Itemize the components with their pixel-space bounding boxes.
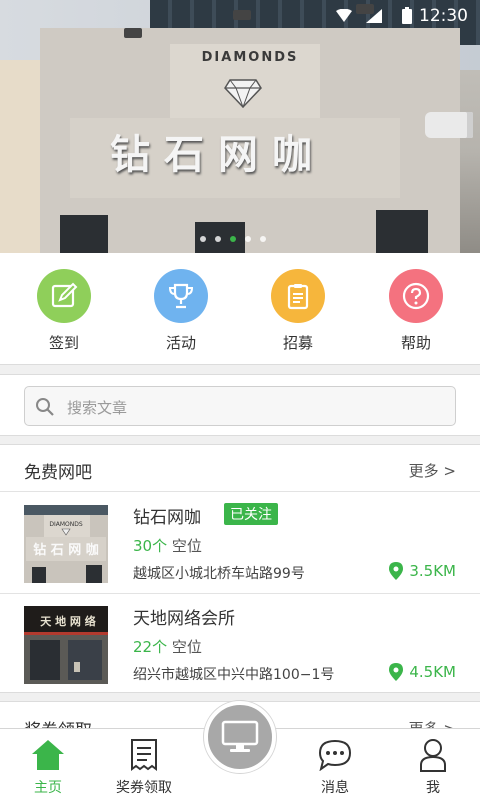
quick-action-events[interactable]: 活动 <box>141 269 221 353</box>
quick-action-label: 签到 <box>48 334 79 352</box>
edit-icon <box>51 282 78 308</box>
carousel-dot[interactable] <box>245 236 251 242</box>
carousel-dot[interactable] <box>215 236 221 242</box>
cafe-distance: 4.5KM <box>389 663 456 681</box>
banner-window <box>60 215 108 253</box>
nav-profile[interactable]: 我 <box>388 737 478 797</box>
free-cafes-header: 免费网吧 更多 > <box>0 445 480 492</box>
seats-count: 30个 <box>133 537 168 555</box>
nav-messages[interactable]: 消息 <box>290 737 380 797</box>
quick-action-label: 帮助 <box>400 334 431 352</box>
banner-camera <box>425 112 473 138</box>
monitor-icon <box>221 720 259 752</box>
receipt-icon <box>99 737 189 773</box>
quick-actions: 签到 活动 招募 帮助 <box>0 253 480 365</box>
trophy-icon <box>168 283 194 309</box>
distance-value: 3.5KM <box>409 562 456 580</box>
nav-home[interactable]: 主页 <box>3 737 93 797</box>
nav-label: 奖券领取 <box>116 780 172 796</box>
distance-value: 4.5KM <box>409 663 456 681</box>
cafe-seats: 22个 空位 <box>133 636 202 657</box>
cafe-distance: 3.5KM <box>389 562 456 580</box>
cafe-address: 越城区小城北桥车站路99号 <box>133 566 305 582</box>
cafe-name: 天地网络会所 <box>133 609 235 629</box>
quick-action-label: 招募 <box>282 334 313 352</box>
diamond-logo-icon <box>224 79 262 108</box>
nav-label: 主页 <box>34 780 62 796</box>
quick-action-label: 活动 <box>165 334 196 352</box>
status-time: 12:30 <box>419 6 468 26</box>
quick-action-checkin-circle <box>37 269 91 323</box>
nav-label: 我 <box>426 780 440 796</box>
quick-action-checkin[interactable]: 签到 <box>24 269 104 353</box>
cafe-list-item[interactable]: DIAMONDS 钻 石 网 咖 钻石网咖 已关注 30个 空位 越城区小城北桥… <box>0 493 480 593</box>
seats-label: 空位 <box>171 537 202 555</box>
carousel-dot-active[interactable] <box>230 236 236 242</box>
cafe-thumbnail: DIAMONDS 钻 石 网 咖 <box>24 505 108 583</box>
nav-label: 消息 <box>321 780 349 796</box>
quick-action-help[interactable]: 帮助 <box>376 269 456 353</box>
cafe-address: 绍兴市越城区中兴中路100−1号 <box>133 667 335 683</box>
chat-icon <box>290 737 380 773</box>
seats-label: 空位 <box>171 638 202 656</box>
cafe-thumbnail: 天 地 网 络 <box>24 606 108 684</box>
center-action-button[interactable] <box>204 701 276 773</box>
carousel-dot[interactable] <box>260 236 266 242</box>
quick-action-recruit-circle <box>271 269 325 323</box>
nav-rewards[interactable]: 奖券领取 <box>99 737 189 797</box>
help-icon <box>402 282 430 310</box>
location-pin-icon <box>389 663 404 681</box>
svg-text:DIAMONDS: DIAMONDS <box>49 521 83 528</box>
section-title: 免费网吧 <box>24 463 92 483</box>
cafe-seats: 30个 空位 <box>133 535 202 556</box>
cafe-name: 钻石网咖 <box>133 508 201 528</box>
wifi-icon <box>336 9 352 22</box>
carousel-indicators <box>200 236 266 242</box>
banner-window <box>376 210 428 253</box>
status-bar: 12:30 <box>0 0 480 32</box>
quick-action-recruit[interactable]: 招募 <box>258 269 338 353</box>
search-section: 搜索文章 <box>0 374 480 436</box>
user-icon <box>388 737 478 773</box>
quick-action-help-circle <box>389 269 443 323</box>
followed-badge: 已关注 <box>224 503 278 525</box>
banner-sign-chinese: 钻石网咖 <box>110 132 326 178</box>
carousel-dot[interactable] <box>200 236 206 242</box>
more-link[interactable]: 更多 > <box>409 460 456 481</box>
location-pin-icon <box>389 562 404 580</box>
svg-text:天 地 网 络: 天 地 网 络 <box>40 614 96 628</box>
cafe-list-item[interactable]: 天 地 网 络 天地网络会所 22个 空位 绍兴市越城区中兴中路100−1号 4… <box>0 593 480 693</box>
banner-sign-english: DIAMONDS <box>201 50 299 65</box>
search-icon <box>36 398 54 416</box>
signal-icon <box>366 9 382 23</box>
banner-carousel[interactable]: DIAMONDS 钻石网咖 12:30 <box>0 0 480 253</box>
svg-text:钻 石 网 咖: 钻 石 网 咖 <box>33 542 99 558</box>
seats-count: 22个 <box>133 638 168 656</box>
home-icon <box>3 737 93 773</box>
free-cafes-section: 免费网吧 更多 > DIAMONDS 钻 石 网 咖 钻石网咖 已关注 30个 … <box>0 444 480 693</box>
search-input[interactable]: 搜索文章 <box>24 386 456 426</box>
clipboard-icon <box>287 284 309 310</box>
quick-action-events-circle <box>154 269 208 323</box>
search-placeholder: 搜索文章 <box>67 399 128 417</box>
battery-icon <box>402 7 412 24</box>
